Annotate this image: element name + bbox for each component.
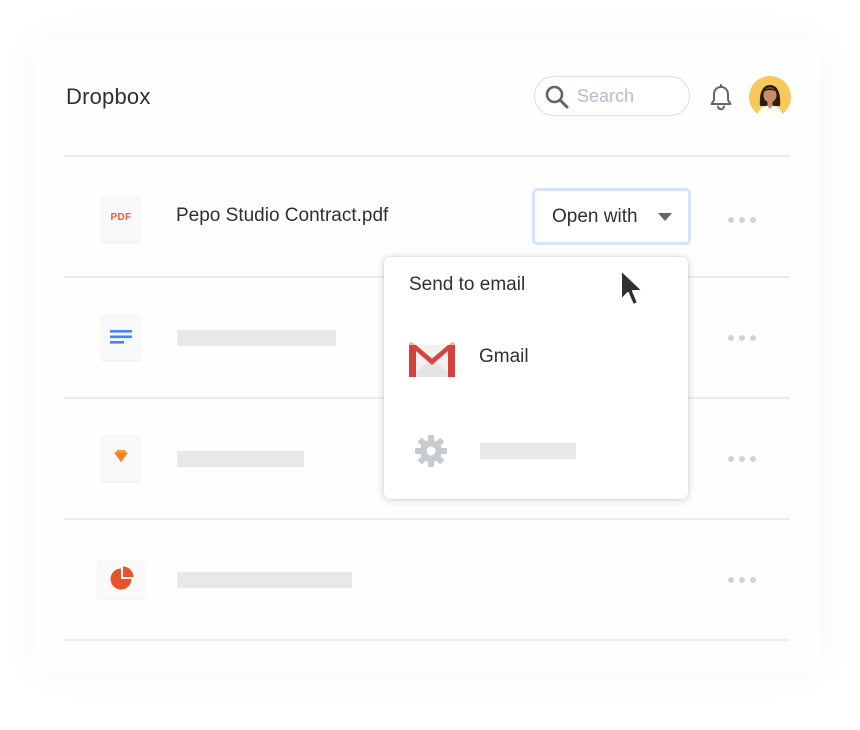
document-lines-icon: [110, 330, 132, 344]
pdf-file-icon: PDF: [102, 196, 140, 242]
presentation-file-icon: [98, 560, 144, 598]
avatar[interactable]: [749, 76, 791, 118]
pdf-label: PDF: [110, 212, 132, 223]
more-options-button[interactable]: [728, 454, 762, 464]
file-name-placeholder: [177, 330, 336, 346]
file-name[interactable]: Pepo Studio Contract.pdf: [176, 205, 388, 227]
open-with-button[interactable]: Open with: [532, 188, 691, 245]
menu-item-label: Gmail: [479, 346, 529, 367]
more-options-button[interactable]: [728, 333, 762, 343]
gmail-icon: [409, 342, 455, 377]
sketch-file-icon: [102, 435, 140, 481]
gear-icon: [415, 435, 447, 467]
app-title: Dropbox: [66, 84, 151, 109]
bell-icon[interactable]: [708, 84, 734, 112]
search-icon: [545, 85, 569, 109]
search-input[interactable]: [577, 84, 681, 108]
file-name-placeholder: [177, 451, 304, 467]
menu-item-placeholder: [480, 443, 576, 459]
document-file-icon: [102, 314, 140, 360]
more-options-button[interactable]: [728, 215, 762, 225]
caret-down-icon: [658, 213, 672, 221]
divider: [64, 155, 790, 157]
user-avatar-icon: [757, 85, 783, 118]
divider: [64, 518, 790, 520]
menu-heading: Send to email: [409, 274, 526, 295]
diamond-icon: [114, 450, 128, 462]
mouse-cursor-icon: [620, 269, 644, 306]
more-options-button[interactable]: [728, 575, 762, 585]
search-box[interactable]: [534, 76, 690, 116]
divider: [64, 639, 790, 641]
file-name-placeholder: [177, 572, 352, 588]
open-with-label: Open with: [552, 206, 638, 227]
pie-chart-icon: [110, 566, 134, 590]
